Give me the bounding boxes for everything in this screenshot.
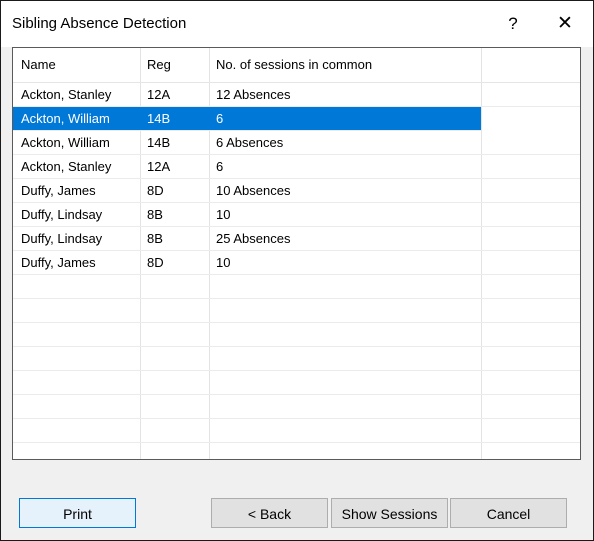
name-cell: Ackton, Stanley [21, 159, 112, 174]
sessions-cell: 10 Absences [216, 183, 291, 198]
dialog-window: Sibling Absence Detection ? ✕ Name Reg N… [0, 0, 594, 541]
reg-cell: 8B [147, 207, 163, 222]
name-cell: Duffy, James [21, 255, 96, 270]
sibling-list[interactable]: Name Reg No. of sessions in common Ackto… [12, 47, 581, 460]
reg-cell: 8D [147, 183, 164, 198]
list-header: Name Reg No. of sessions in common [13, 48, 580, 83]
help-button[interactable]: ? [503, 11, 523, 37]
name-cell: Duffy, James [21, 183, 96, 198]
sessions-cell: 10 [216, 207, 231, 222]
sessions-cell: 6 [216, 159, 224, 174]
empty-row [13, 323, 580, 347]
empty-row [13, 419, 580, 443]
reg-cell: 8B [147, 231, 163, 246]
reg-cell: 14B [147, 111, 171, 126]
cancel-button[interactable]: Cancel [450, 498, 567, 528]
list-rows: Ackton, Stanley 12A 12 Absences Ackton, Wil… [13, 83, 580, 459]
column-header-sessions[interactable]: No. of sessions in common [216, 48, 372, 82]
sessions-cell: 6 Absences [216, 135, 284, 150]
name-cell: Duffy, Lindsay [21, 207, 103, 222]
window-title: Sibling Absence Detection [12, 15, 187, 32]
empty-row [13, 347, 580, 371]
name-cell: Ackton, William [21, 111, 110, 126]
empty-row [13, 443, 580, 459]
empty-row [13, 371, 580, 395]
empty-row [13, 275, 580, 299]
empty-row [13, 395, 580, 419]
name-cell: Ackton, William [21, 135, 110, 150]
reg-cell: 12A [147, 159, 171, 174]
reg-cell: 8D [147, 255, 164, 270]
reg-cell: 12A [147, 87, 171, 102]
close-icon[interactable]: ✕ [552, 11, 578, 37]
show-sessions-button[interactable]: Show Sessions [331, 498, 448, 528]
name-cell: Duffy, Lindsay [21, 231, 103, 246]
reg-cell: 14B [147, 135, 171, 150]
table-row[interactable]: Duffy, James 8D 10 [13, 251, 580, 275]
sessions-cell: 12 Absences [216, 87, 291, 102]
table-row[interactable]: Duffy, Lindsay 8B 25 Absences [13, 227, 580, 251]
table-row[interactable]: Duffy, James 8D 10 Absences [13, 179, 580, 203]
column-header-reg[interactable]: Reg [147, 48, 171, 82]
column-header-name[interactable]: Name [21, 48, 56, 82]
empty-row [13, 299, 580, 323]
table-row[interactable]: Ackton, Stanley 12A 12 Absences [13, 83, 580, 107]
sessions-cell: 6 [216, 111, 224, 126]
name-cell: Ackton, Stanley [21, 87, 112, 102]
table-row[interactable]: Ackton, William 14B 6 [13, 107, 481, 131]
sessions-cell: 25 Absences [216, 231, 291, 246]
title-bar: Sibling Absence Detection ? ✕ [1, 1, 593, 47]
table-row[interactable]: Ackton, William 14B 6 Absences [13, 131, 580, 155]
print-button[interactable]: Print [19, 498, 136, 528]
table-row[interactable]: Duffy, Lindsay 8B 10 [13, 203, 580, 227]
sessions-cell: 10 [216, 255, 231, 270]
table-row[interactable]: Ackton, Stanley 12A 6 [13, 155, 580, 179]
back-button[interactable]: < Back [211, 498, 328, 528]
